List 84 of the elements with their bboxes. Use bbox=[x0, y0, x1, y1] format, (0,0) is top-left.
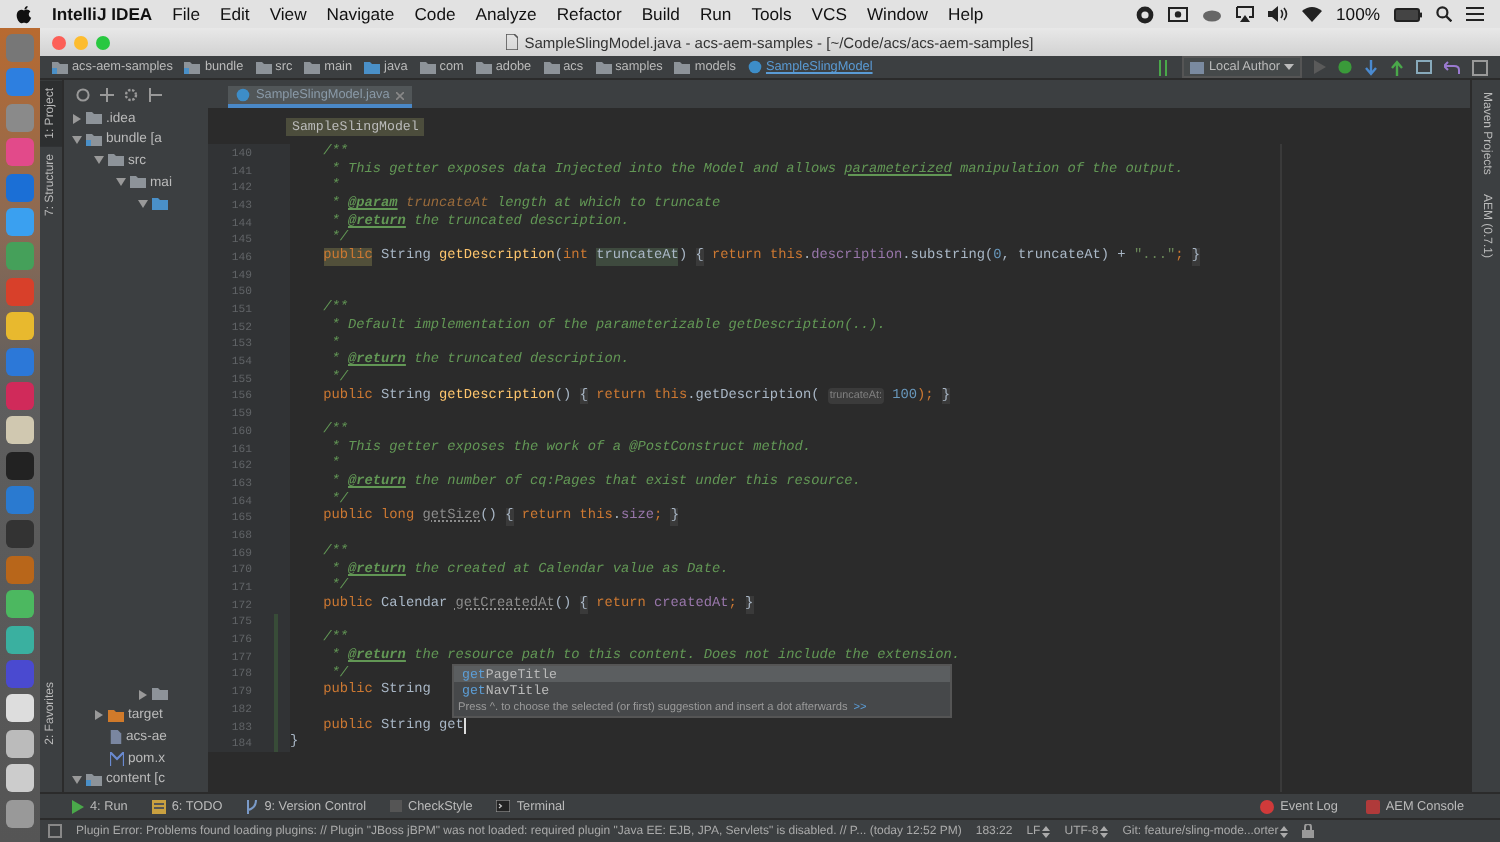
menu-item[interactable]: Analyze bbox=[475, 4, 537, 24]
menu-item[interactable]: Edit bbox=[220, 4, 250, 24]
bug-icon[interactable] bbox=[1338, 60, 1352, 74]
console-icon bbox=[1365, 799, 1380, 813]
collapsed-arrow-icon[interactable] bbox=[138, 689, 148, 700]
close-icon[interactable] bbox=[395, 91, 404, 99]
class-icon bbox=[236, 88, 250, 102]
up-down-arrows-icon bbox=[1042, 825, 1051, 837]
play-icon bbox=[72, 799, 84, 813]
folder-icon bbox=[52, 61, 68, 73]
menu-item[interactable]: Window bbox=[866, 4, 929, 24]
apple-logo-icon[interactable] bbox=[16, 5, 32, 23]
collapsed-arrow-icon[interactable] bbox=[94, 710, 104, 721]
menu-item[interactable]: View bbox=[269, 4, 307, 24]
airplay-icon[interactable] bbox=[1236, 6, 1255, 22]
menu-item[interactable]: Build bbox=[641, 4, 680, 24]
app-icon[interactable] bbox=[6, 799, 34, 828]
menu-item[interactable]: Code bbox=[414, 4, 456, 24]
branch-icon bbox=[246, 799, 259, 813]
app-icon[interactable] bbox=[6, 416, 34, 445]
folder-icon bbox=[152, 688, 168, 701]
app-icon[interactable] bbox=[6, 694, 34, 723]
wifi-icon[interactable] bbox=[1302, 6, 1323, 22]
volume-icon[interactable] bbox=[1268, 6, 1289, 22]
up-down-arrows-icon bbox=[1100, 825, 1109, 837]
app-icon[interactable] bbox=[6, 590, 34, 619]
sort-icon[interactable] bbox=[1158, 59, 1171, 75]
expand-icon[interactable] bbox=[100, 87, 114, 101]
caret-icon bbox=[1284, 64, 1294, 70]
app-icon[interactable] bbox=[6, 451, 34, 480]
record-icon[interactable] bbox=[1136, 5, 1155, 23]
folder-icon bbox=[86, 773, 102, 786]
folder-icon bbox=[364, 61, 381, 73]
folder-icon bbox=[86, 112, 102, 125]
sync-icon[interactable] bbox=[76, 87, 90, 101]
settings-icon[interactable] bbox=[124, 87, 138, 101]
menu-item[interactable]: Tools bbox=[751, 4, 792, 24]
folder-icon bbox=[255, 61, 272, 73]
folder-icon bbox=[184, 61, 201, 73]
close-button[interactable] bbox=[52, 35, 66, 49]
expanded-arrow-icon[interactable] bbox=[94, 156, 104, 165]
menu-item[interactable]: Navigate bbox=[326, 4, 395, 24]
app-icon[interactable] bbox=[6, 729, 34, 758]
folder-icon bbox=[108, 709, 124, 722]
folder-icon bbox=[86, 133, 102, 146]
checklist-icon bbox=[151, 799, 166, 813]
expanded-arrow-icon[interactable] bbox=[138, 199, 148, 208]
menu-item[interactable]: File bbox=[172, 4, 200, 24]
menu-item[interactable]: Help bbox=[948, 4, 984, 24]
update-icon[interactable] bbox=[1364, 59, 1378, 75]
list-icon[interactable] bbox=[1466, 6, 1484, 22]
folder-icon bbox=[595, 61, 612, 73]
class-icon bbox=[747, 60, 762, 74]
folder-icon bbox=[475, 61, 492, 73]
maven-file-icon bbox=[110, 751, 124, 766]
commit-icon[interactable] bbox=[1390, 59, 1404, 75]
java-file-icon bbox=[506, 34, 519, 50]
expanded-arrow-icon[interactable] bbox=[72, 775, 82, 784]
search-icon[interactable] bbox=[1436, 6, 1452, 22]
app-icon[interactable] bbox=[6, 625, 34, 654]
folder-icon bbox=[543, 61, 560, 73]
app-icon[interactable] bbox=[6, 312, 34, 341]
alert-icon bbox=[1260, 799, 1275, 813]
battery-percentage: 100% bbox=[1336, 4, 1380, 24]
up-down-arrows-icon bbox=[1280, 825, 1289, 837]
folder-icon bbox=[674, 61, 691, 73]
folder-icon bbox=[419, 61, 436, 73]
hide-icon[interactable] bbox=[148, 87, 162, 101]
app-menu[interactable]: IntelliJ IDEA bbox=[52, 4, 153, 24]
camera-icon[interactable] bbox=[1168, 6, 1189, 22]
undo-icon[interactable] bbox=[1444, 60, 1460, 74]
expanded-arrow-icon[interactable] bbox=[116, 178, 126, 187]
file-icon bbox=[110, 730, 122, 745]
lock-icon[interactable] bbox=[1302, 824, 1315, 838]
collapsed-arrow-icon[interactable] bbox=[72, 113, 82, 124]
menu-item[interactable]: VCS bbox=[811, 4, 847, 24]
folder-icon bbox=[304, 61, 321, 73]
terminal-icon bbox=[496, 800, 511, 812]
app-icon[interactable] bbox=[6, 764, 34, 793]
battery-icon[interactable] bbox=[1394, 7, 1422, 21]
panel-toggle-icon[interactable] bbox=[48, 824, 62, 838]
menu-item[interactable]: Refactor bbox=[556, 4, 622, 24]
menu-item[interactable]: Run bbox=[699, 4, 732, 24]
expanded-arrow-icon[interactable] bbox=[72, 135, 82, 144]
